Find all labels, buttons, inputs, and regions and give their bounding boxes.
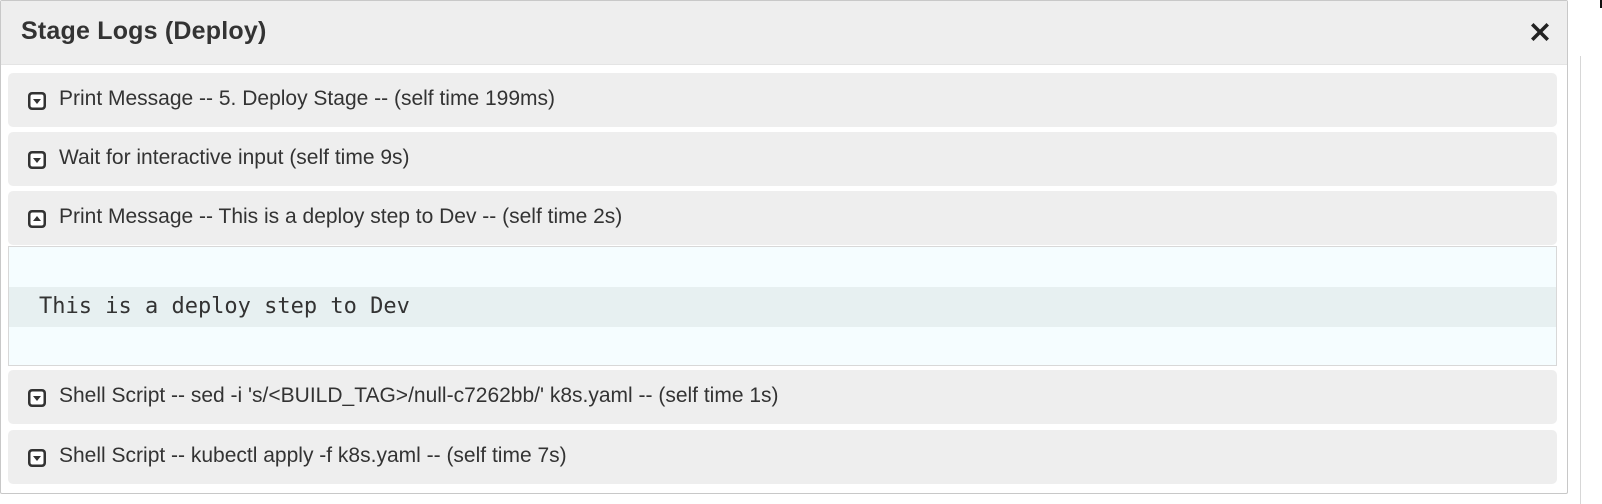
expand-caret-icon[interactable] bbox=[27, 150, 47, 170]
dialog-title: Stage Logs (Deploy) bbox=[21, 17, 267, 45]
step-label: Wait for interactive input (self time 9s… bbox=[59, 146, 410, 169]
expand-caret-icon[interactable] bbox=[27, 388, 47, 408]
collapse-caret-icon[interactable] bbox=[27, 209, 47, 229]
step-label: Shell Script -- kubectl apply -f k8s.yam… bbox=[59, 444, 567, 467]
background-divider bbox=[1580, 56, 1581, 504]
log-step-wait-for-input[interactable]: Wait for interactive input (self time 9s… bbox=[8, 132, 1557, 186]
background-page-edge bbox=[1568, 0, 1602, 504]
dialog-header: Stage Logs (Deploy) bbox=[1, 1, 1567, 65]
step-label: Shell Script -- sed -i 's/<BUILD_TAG>/nu… bbox=[59, 384, 779, 407]
log-step-print-message-deploy-dev[interactable]: Print Message -- This is a deploy step t… bbox=[8, 191, 1557, 245]
step-log-output: This is a deploy step to Dev bbox=[8, 246, 1557, 366]
log-line-text: This is a deploy step to Dev bbox=[39, 294, 410, 319]
step-label: Print Message -- This is a deploy step t… bbox=[59, 205, 623, 228]
log-line: This is a deploy step to Dev bbox=[9, 287, 1556, 327]
close-icon bbox=[1531, 23, 1549, 41]
close-button[interactable] bbox=[1527, 19, 1553, 45]
step-label: Print Message -- 5. Deploy Stage -- (sel… bbox=[59, 87, 556, 110]
log-step-print-message-deploy-stage[interactable]: Print Message -- 5. Deploy Stage -- (sel… bbox=[8, 73, 1557, 127]
log-step-shell-script-kubectl[interactable]: Shell Script -- kubectl apply -f k8s.yam… bbox=[8, 430, 1557, 484]
expand-caret-icon[interactable] bbox=[27, 448, 47, 468]
log-step-shell-script-sed[interactable]: Shell Script -- sed -i 's/<BUILD_TAG>/nu… bbox=[8, 370, 1557, 424]
stage-logs-dialog: Stage Logs (Deploy) Print Message -- 5. … bbox=[0, 0, 1568, 494]
expand-caret-icon[interactable] bbox=[27, 91, 47, 111]
